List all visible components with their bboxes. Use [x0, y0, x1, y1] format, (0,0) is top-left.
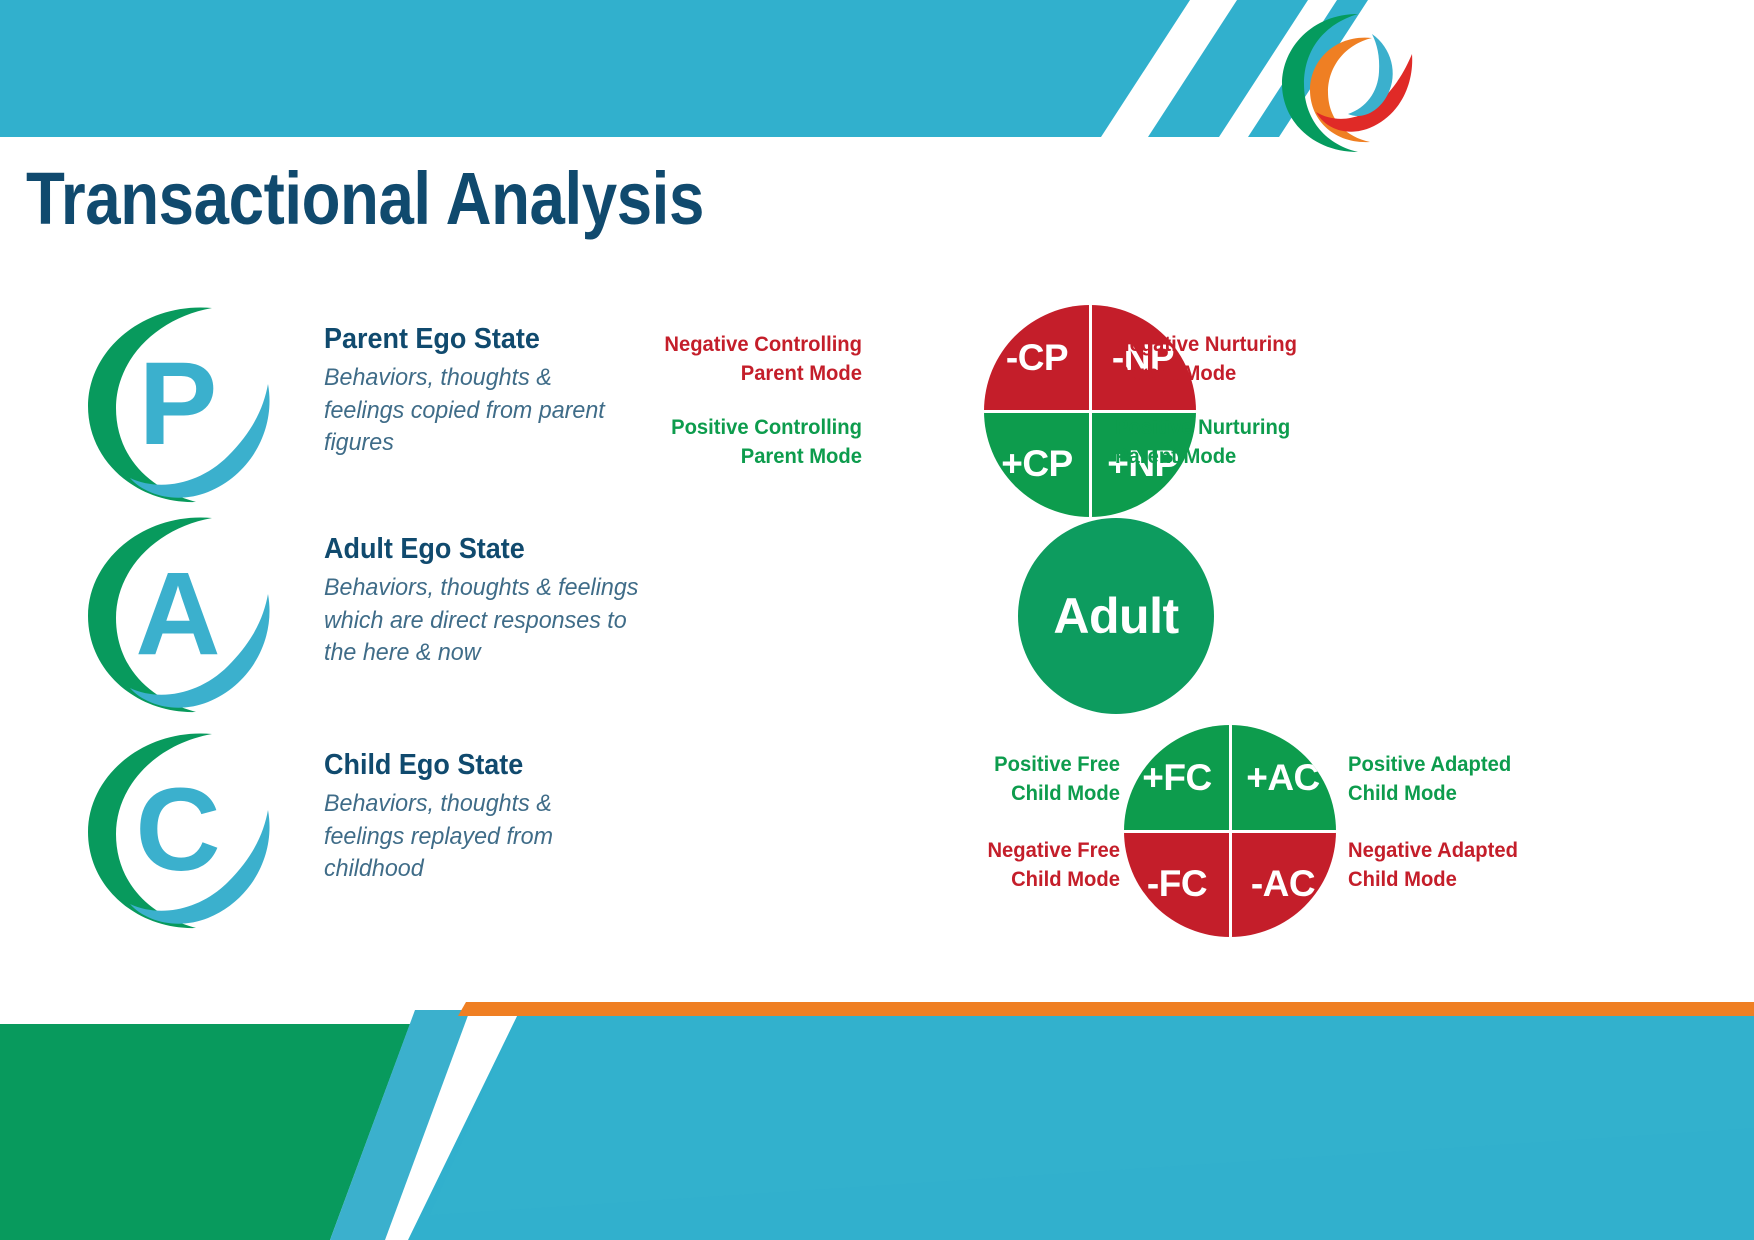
child-modes-circle: +FC +AC -FC -AC	[1124, 725, 1336, 937]
label-negative-adapted-child: Negative Adapted Child Mode	[1348, 836, 1639, 893]
adult-circle[interactable]: Adult	[1018, 518, 1214, 714]
adult-ego-description: Behaviors, thoughts & feelings which are…	[324, 574, 639, 667]
label-negative-free-child: Negative Free Child Mode	[847, 836, 1120, 893]
parent-ego-description: Behaviors, thoughts & feelings copied fr…	[324, 364, 605, 457]
label-negative-nurturing-parent: Negative Nurturing Parent Mode	[1115, 330, 1397, 387]
adult-ego-text-block: Adult Ego State Behaviors, thoughts & fe…	[324, 532, 654, 670]
parent-quadrant-code-ncp: -CP	[1005, 337, 1069, 378]
parent-ego-title: Parent Ego State	[324, 323, 540, 355]
label-positive-adapted-child: Positive Adapted Child Mode	[1348, 750, 1639, 807]
label-ncp-line2: Parent Mode	[740, 360, 862, 385]
label-ncp-line1: Negative Controlling	[664, 332, 862, 356]
label-nfc-line2: Child Mode	[1011, 866, 1120, 891]
parent-ego-text-block: Parent Ego State Behaviors, thoughts & f…	[324, 322, 654, 460]
header-band	[0, 0, 1190, 137]
child-ego-title: Child Ego State	[324, 749, 524, 781]
label-negative-controlling-parent: Negative Controlling Parent Mode	[608, 330, 862, 387]
label-nnp-line2: Parent Mode	[1115, 360, 1237, 385]
label-pnp-line1: Positive Nurturing	[1115, 415, 1291, 439]
parent-quadrant-negative-controlling[interactable]: -CP	[984, 305, 1090, 411]
label-nnp-line1: Negative Nurturing	[1115, 332, 1297, 356]
label-nac-line2: Child Mode	[1348, 866, 1457, 891]
adult-ego-letter: A	[135, 548, 220, 680]
label-positive-controlling-parent: Positive Controlling Parent Mode	[608, 413, 862, 470]
adult-circle-label: Adult	[1053, 588, 1179, 644]
label-pac-line1: Positive Adapted	[1348, 752, 1512, 776]
child-quadrant-negative-adapted[interactable]: -AC	[1230, 831, 1336, 937]
label-pcp-line1: Positive Controlling	[671, 415, 862, 439]
label-pac-line2: Child Mode	[1348, 780, 1457, 805]
child-quadrant-positive-adapted[interactable]: +AC	[1230, 725, 1336, 831]
child-ego-description: Behaviors, thoughts & feelings replayed …	[324, 790, 553, 883]
label-positive-free-child: Positive Free Child Mode	[847, 750, 1120, 807]
parent-quadrant-code-pcp: +CP	[1001, 443, 1073, 484]
child-quadrant-code-pfc: +FC	[1142, 757, 1212, 798]
slide-canvas: Transactional Analysis P Parent Ego Stat…	[0, 0, 1754, 1240]
label-positive-nurturing-parent: Positive Nurturing Parent Mode	[1115, 413, 1397, 470]
label-pcp-line2: Parent Mode	[740, 443, 862, 468]
child-circle-horizontal-divider	[1124, 829, 1336, 833]
parent-ego-letter: P	[139, 338, 218, 470]
child-quadrant-code-nac: -AC	[1250, 863, 1316, 904]
child-quadrant-negative-free[interactable]: -FC	[1124, 831, 1230, 937]
child-ego-text-block: Child Ego State Behaviors, thoughts & fe…	[324, 748, 654, 886]
parent-ego-icon: P	[72, 296, 284, 508]
page-title: Transactional Analysis	[26, 157, 704, 240]
label-nfc-line1: Negative Free	[987, 838, 1120, 862]
label-pfc-line1: Positive Free	[994, 752, 1120, 776]
label-pfc-line2: Child Mode	[1011, 780, 1120, 805]
brand-swirl-logo	[1262, 8, 1422, 156]
label-nac-line1: Negative Adapted	[1348, 838, 1518, 862]
child-quadrant-code-pac: +AC	[1246, 757, 1320, 798]
parent-quadrant-positive-controlling[interactable]: +CP	[984, 411, 1090, 517]
footer-orange-bar	[458, 1002, 1754, 1016]
child-ego-icon: C	[72, 722, 284, 934]
child-quadrant-code-nfc: -FC	[1146, 863, 1208, 904]
child-ego-letter: C	[135, 764, 220, 896]
label-pnp-line2: Parent Mode	[1115, 443, 1237, 468]
adult-ego-title: Adult Ego State	[324, 533, 525, 565]
adult-ego-icon: A	[72, 506, 284, 718]
child-quadrant-positive-free[interactable]: +FC	[1124, 725, 1230, 831]
